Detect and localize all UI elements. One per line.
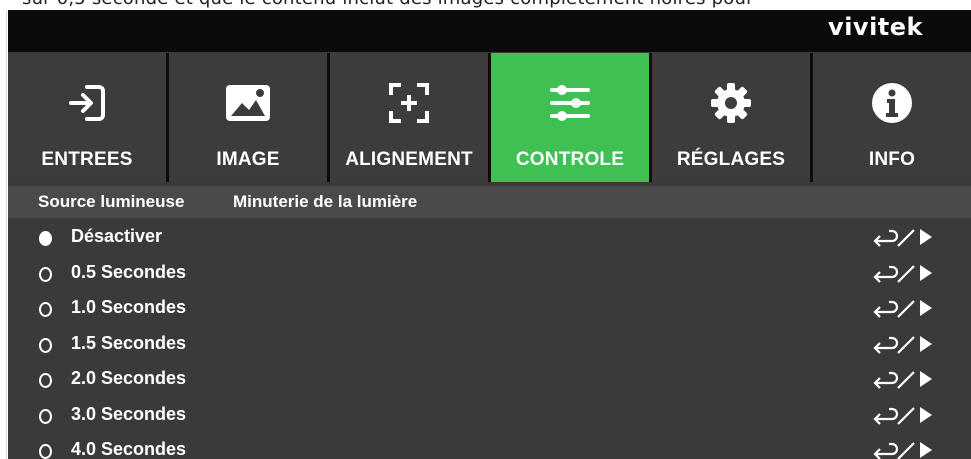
- input-icon: [63, 79, 111, 127]
- option-row[interactable]: 0.5 Secondes: [8, 256, 971, 292]
- enter-or-right-arrow-icon: [873, 371, 932, 389]
- breadcrumb-section: Source lumineuse: [38, 192, 185, 211]
- option-label: 1.5 Secondes: [71, 332, 187, 353]
- tab-controle[interactable]: CONTROLE: [491, 53, 649, 182]
- document-margin: [0, 10, 7, 459]
- tab-alignement[interactable]: ALIGNEMENT: [330, 53, 488, 182]
- option-row[interactable]: 3.0 Secondes: [8, 398, 971, 434]
- radio-unselected-icon: [39, 444, 52, 459]
- option-label: 3.0 Secondes: [71, 403, 187, 424]
- enter-or-right-arrow-icon: [873, 335, 932, 354]
- menu-tabs: ENTREES IMAGE ALIGNEMENT CONTROLE RÉGLAG…: [8, 53, 971, 182]
- option-label: 1.0 Secondes: [71, 297, 187, 317]
- option-label: 4.0 Secondes: [71, 439, 187, 459]
- osd-top-bar: vivitek: [8, 10, 971, 52]
- tab-label: ALIGNEMENT: [345, 149, 473, 170]
- image-icon: [224, 79, 272, 127]
- gear-icon: [707, 79, 755, 127]
- tab-info[interactable]: INFO: [813, 53, 971, 182]
- tab-entrees[interactable]: ENTREES: [8, 53, 166, 182]
- radio-unselected-icon: [39, 373, 52, 388]
- enter-or-right-arrow-icon: [873, 406, 932, 425]
- tab-reglages[interactable]: RÉGLAGES: [652, 53, 810, 182]
- option-label: Désactiver: [71, 226, 163, 246]
- enter-or-right-arrow-icon: [873, 264, 932, 283]
- option-label: 2.0 Secondes: [71, 368, 187, 388]
- document-text-line: sur 0,5 seconde et que le contenu inclut…: [0, 0, 971, 10]
- enter-or-right-arrow-icon: [873, 442, 932, 459]
- option-row[interactable]: 2.0 Secondes: [8, 362, 971, 398]
- alignment-icon: [385, 79, 433, 127]
- timer-options-list: Désactiver 0.5 Secondes 1.0 Secondes 1.5…: [8, 220, 971, 459]
- tab-label: ENTREES: [41, 149, 133, 170]
- radio-selected-icon: [39, 231, 52, 246]
- option-row[interactable]: 1.5 Secondes: [8, 327, 971, 363]
- option-row[interactable]: 4.0 Secondes: [8, 433, 971, 459]
- option-label: 0.5 Secondes: [71, 261, 187, 282]
- radio-unselected-icon: [39, 337, 52, 353]
- brand-logo: vivitek: [828, 13, 923, 41]
- radio-unselected-icon: [39, 266, 52, 282]
- tab-label: CONTROLE: [515, 149, 625, 170]
- tab-label: INFO: [868, 149, 916, 170]
- info-icon: [868, 79, 916, 127]
- enter-or-right-arrow-icon: [873, 300, 932, 318]
- option-row[interactable]: Désactiver: [8, 220, 971, 256]
- option-row[interactable]: 1.0 Secondes: [8, 291, 971, 327]
- enter-or-right-arrow-icon: [873, 229, 932, 247]
- tab-image[interactable]: IMAGE: [169, 53, 327, 182]
- tab-label: RÉGLAGES: [676, 149, 786, 170]
- tab-label: IMAGE: [216, 149, 280, 170]
- breadcrumb: Source lumineuse Minuterie de la lumière: [8, 186, 971, 218]
- sliders-icon: [546, 79, 594, 127]
- projector-osd-menu: vivitek ENTREES IMAGE ALIGNEMENT CONTROL…: [8, 10, 971, 459]
- radio-unselected-icon: [39, 408, 52, 424]
- radio-unselected-icon: [39, 302, 52, 317]
- breadcrumb-page: Minuterie de la lumière: [233, 192, 418, 211]
